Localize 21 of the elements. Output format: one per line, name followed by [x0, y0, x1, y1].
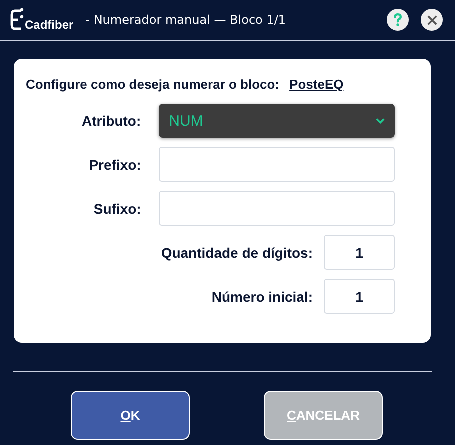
- number-field[interactable]: 1: [324, 235, 395, 270]
- attribute-dropdown[interactable]: NUM: [159, 104, 395, 138]
- field-label: Sufixo:: [92, 200, 142, 216]
- number-field[interactable]: 1: [324, 279, 395, 314]
- logo-icon: [10, 8, 24, 32]
- logo-text: Cadfiber: [25, 18, 74, 32]
- chevron-icon: [376, 118, 385, 124]
- input-field[interactable]: [159, 147, 395, 182]
- close-button[interactable]: [421, 9, 443, 31]
- window-title: - Numerador manual — Bloco 1/1: [86, 13, 288, 27]
- help-button[interactable]: [387, 9, 409, 31]
- block-link[interactable]: PosteEQ: [290, 77, 344, 92]
- field-label: Prefixo:: [88, 156, 142, 172]
- input-field[interactable]: [159, 191, 395, 226]
- close-icon: [426, 14, 438, 26]
- field-label: Número inicial:: [210, 288, 313, 304]
- ok-button[interactable]: OK: [71, 391, 190, 440]
- form-heading: Configure como deseja numerar o bloco:: [26, 77, 280, 92]
- field-label: Quantidade de dígitos:: [160, 244, 313, 260]
- help-icon: [393, 13, 403, 27]
- field-label: Atributo:: [81, 113, 142, 129]
